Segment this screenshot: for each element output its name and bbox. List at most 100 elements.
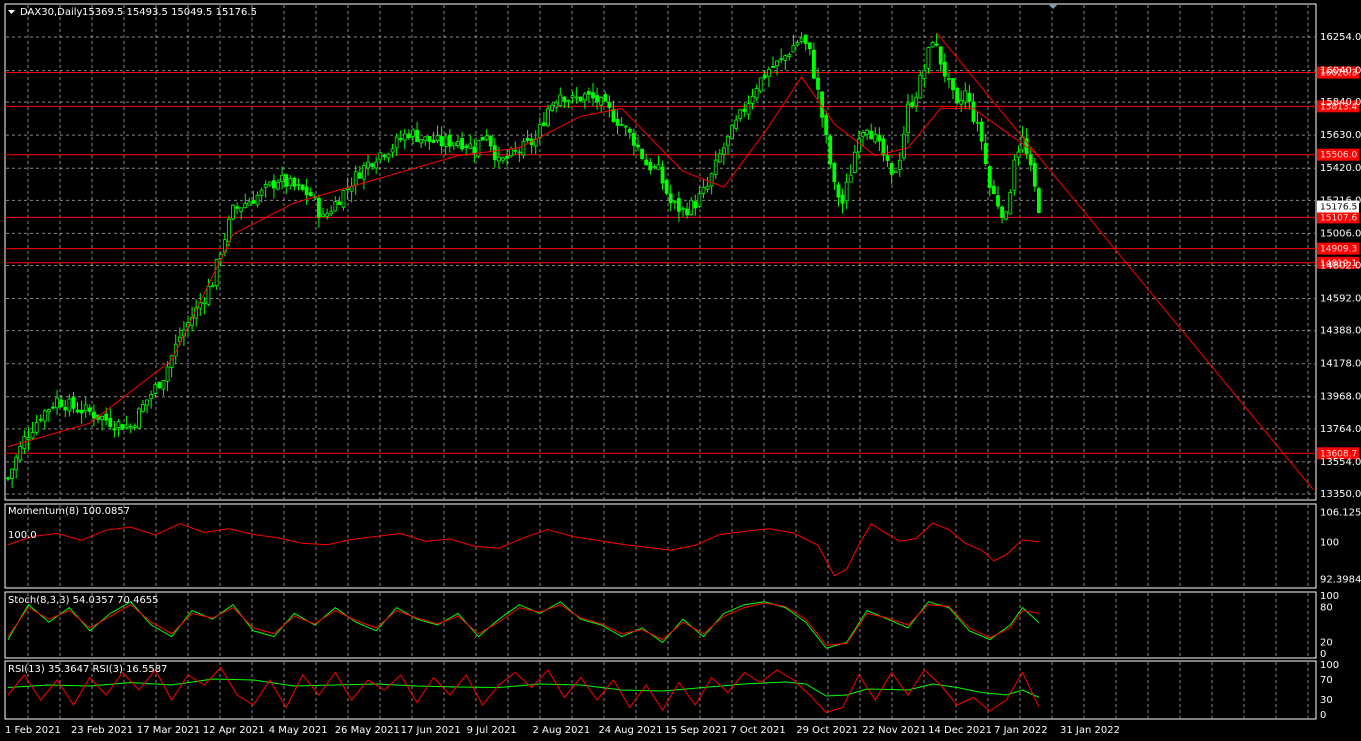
candle-body bbox=[308, 192, 313, 197]
candle-body bbox=[239, 207, 244, 212]
candle-body bbox=[828, 135, 833, 165]
candle-body bbox=[865, 129, 869, 135]
candle-body bbox=[942, 61, 947, 77]
candle-body bbox=[362, 165, 366, 180]
candle-body bbox=[472, 146, 477, 154]
candle-body bbox=[386, 153, 391, 159]
candle-body bbox=[304, 186, 309, 196]
candle-body bbox=[509, 148, 514, 157]
candle-body bbox=[267, 181, 272, 186]
candle-body bbox=[734, 119, 739, 129]
candle-body bbox=[562, 96, 567, 102]
candle-body bbox=[746, 103, 751, 115]
candle-body bbox=[317, 197, 321, 218]
candle-body bbox=[394, 136, 399, 149]
x-tick-label: 1 Feb 2021 bbox=[5, 725, 61, 736]
x-tick-label: 17 Mar 2021 bbox=[137, 725, 200, 736]
candle-body bbox=[587, 91, 591, 95]
indicator-y-tick-label: 100 bbox=[1320, 537, 1339, 548]
y-tick-label: 14388.0 bbox=[1320, 326, 1361, 337]
rsi-title: RSI(13) 35.3647 RSI(3) 16.5587 bbox=[8, 664, 167, 675]
candle-body bbox=[47, 409, 51, 413]
candle-body bbox=[161, 380, 166, 390]
candle-body bbox=[501, 157, 505, 161]
candle-body bbox=[672, 200, 677, 203]
candle-body bbox=[889, 163, 894, 175]
candle-body bbox=[906, 103, 910, 134]
candle-body bbox=[705, 185, 710, 190]
x-tick-label: 7 Jan 2022 bbox=[994, 725, 1048, 736]
y-tick-label: 14592.0 bbox=[1320, 294, 1361, 305]
candle-body bbox=[153, 384, 158, 394]
candle-body bbox=[132, 425, 137, 428]
candle-body bbox=[951, 78, 955, 91]
candle-body bbox=[979, 121, 984, 142]
candle-body bbox=[435, 135, 440, 142]
candle-body bbox=[570, 95, 575, 98]
candle-body bbox=[476, 139, 481, 157]
candle-body bbox=[640, 148, 644, 159]
candle-body bbox=[235, 206, 239, 209]
indicator-y-tick-label: 30 bbox=[1320, 695, 1333, 706]
candle-body bbox=[771, 66, 775, 68]
candle-body bbox=[505, 155, 509, 159]
candle-body bbox=[762, 74, 767, 78]
candle-body bbox=[30, 432, 35, 439]
candle-body bbox=[402, 133, 407, 141]
y-tick-label: 13968.0 bbox=[1320, 392, 1361, 403]
candle-body bbox=[779, 58, 784, 61]
candle-body bbox=[664, 179, 669, 194]
y-tick-label: 16040.0 bbox=[1320, 66, 1361, 77]
candle-body bbox=[116, 421, 121, 428]
candle-body bbox=[709, 173, 714, 187]
candle-body bbox=[857, 138, 861, 153]
candle-body bbox=[812, 49, 816, 79]
candle-body bbox=[947, 77, 951, 80]
candle-body bbox=[329, 211, 334, 215]
level-price-label: 15506.0 bbox=[1320, 151, 1357, 161]
candle-body bbox=[787, 54, 792, 58]
candle-body bbox=[595, 95, 599, 103]
y-tick-label: 14802.0 bbox=[1320, 260, 1361, 271]
x-tick-label: 29 Oct 2021 bbox=[796, 725, 858, 736]
candle-body bbox=[521, 140, 526, 156]
candle-body bbox=[1016, 151, 1021, 158]
candle-body bbox=[689, 199, 694, 215]
y-tick-label: 14178.0 bbox=[1320, 359, 1361, 370]
candle-body bbox=[767, 69, 771, 77]
candle-body bbox=[897, 159, 902, 170]
candle-body bbox=[717, 153, 722, 163]
candle-body bbox=[357, 172, 362, 179]
candle-body bbox=[852, 151, 857, 173]
candle-body bbox=[738, 109, 743, 119]
candle-body bbox=[247, 201, 252, 206]
candle-body bbox=[652, 166, 657, 169]
indicator-y-tick-label: 106.1253 bbox=[1320, 507, 1361, 518]
level-price-label: 14909.3 bbox=[1320, 245, 1357, 255]
candle-body bbox=[566, 99, 571, 102]
x-tick-label: 23 Feb 2021 bbox=[71, 725, 133, 736]
stoch-title: Stoch(8,3,3) 54.0357 70.4655 bbox=[8, 595, 159, 606]
candle-body bbox=[926, 47, 931, 69]
indicator-y-tick-label: 100 bbox=[1320, 591, 1339, 602]
momentum-level-label: 100.0 bbox=[8, 530, 37, 541]
candle-body bbox=[227, 218, 231, 243]
y-tick-label: 15216.0 bbox=[1320, 195, 1361, 206]
candle-body bbox=[337, 201, 342, 206]
candle-body bbox=[1032, 162, 1037, 187]
candle-body bbox=[149, 393, 154, 399]
candle-body bbox=[112, 428, 117, 431]
candle-body bbox=[619, 124, 624, 126]
candle-body bbox=[775, 60, 779, 67]
candle-body bbox=[861, 132, 865, 137]
candle-body bbox=[341, 190, 346, 208]
candle-body bbox=[120, 424, 125, 430]
candle-body bbox=[67, 398, 72, 412]
candle-body bbox=[1037, 188, 1041, 213]
candle-body bbox=[79, 409, 84, 414]
candle-body bbox=[87, 407, 92, 412]
candle-body bbox=[431, 139, 436, 143]
candle-body bbox=[382, 154, 387, 158]
candle-body bbox=[713, 159, 718, 175]
candle-body bbox=[374, 161, 379, 169]
